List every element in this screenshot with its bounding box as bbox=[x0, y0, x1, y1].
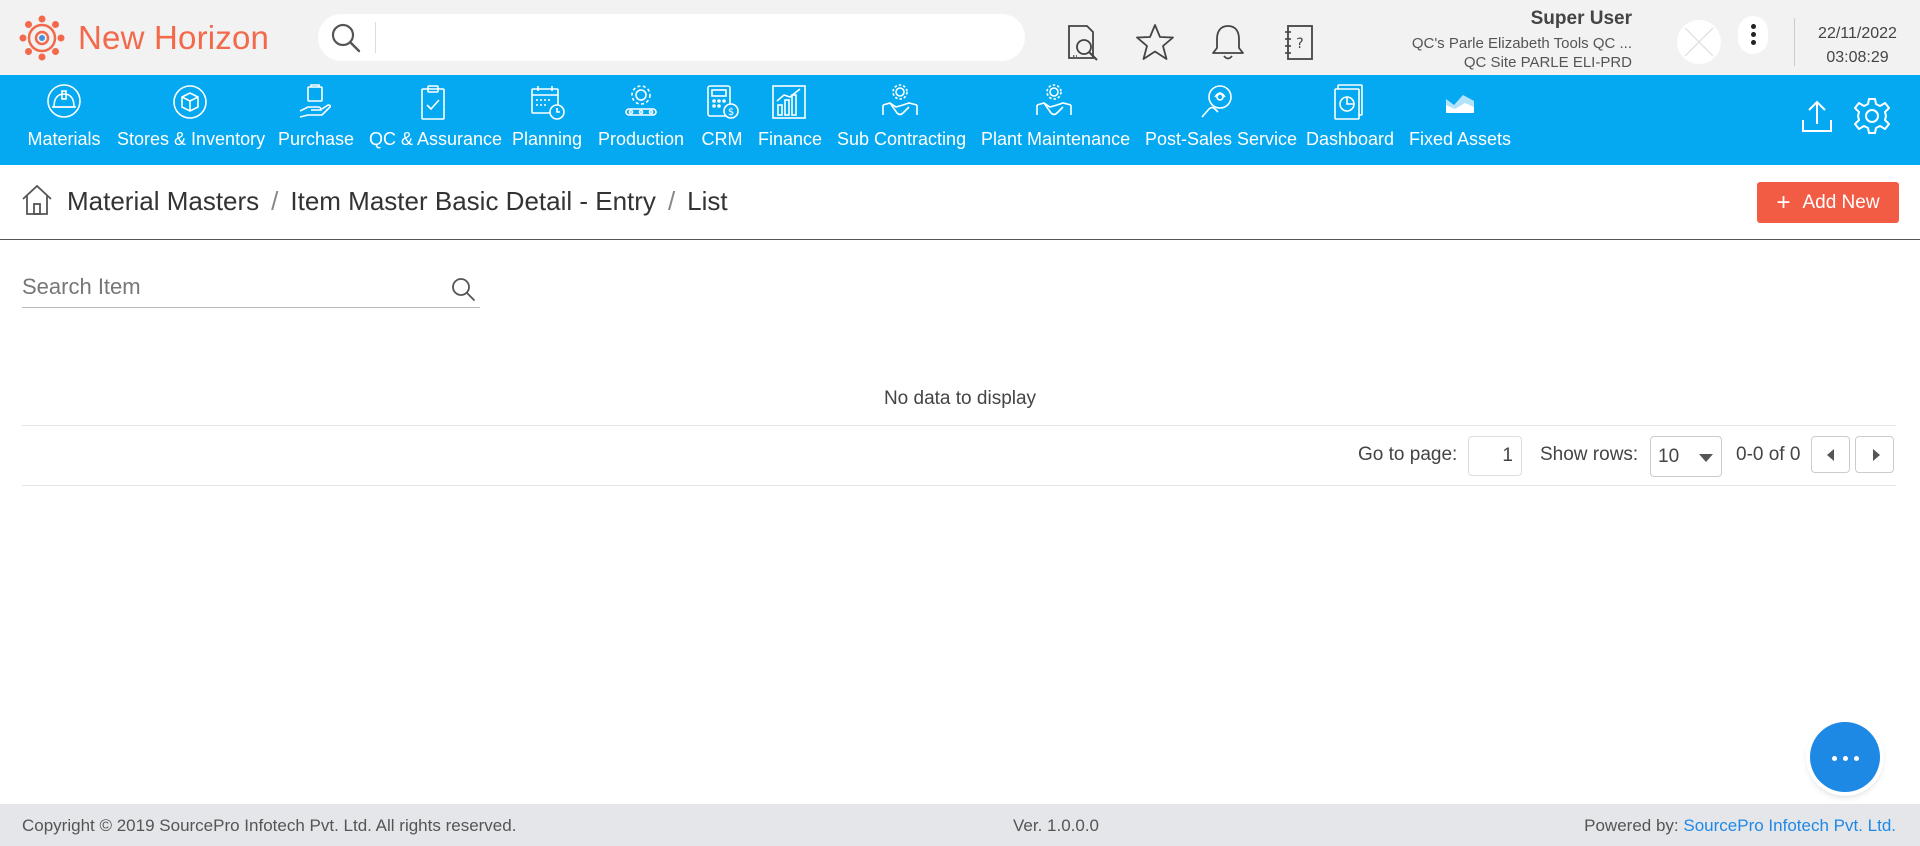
breadcrumb-bar: Material Masters / Item Master Basic Detai… bbox=[0, 165, 1920, 240]
area-chart-icon bbox=[1446, 95, 1474, 113]
document-pie-icon bbox=[1334, 84, 1363, 120]
nav-item-fixed-assets[interactable]: Fixed Assets bbox=[1409, 83, 1511, 157]
rows-per-page-select[interactable]: 10 bbox=[1650, 436, 1722, 477]
avatar[interactable] bbox=[1677, 20, 1721, 64]
chevron-right-icon bbox=[1873, 449, 1880, 461]
help-book-icon[interactable]: ? bbox=[1280, 22, 1320, 62]
nav-item-planning[interactable]: Planning bbox=[512, 83, 582, 157]
current-date: 22/11/2022 bbox=[1818, 25, 1897, 42]
search-item-field bbox=[22, 268, 480, 308]
app-name: New Horizon bbox=[78, 19, 270, 56]
calculator-dollar-icon: $ bbox=[707, 85, 739, 119]
date-time: 22/11/2022 03:08:29 bbox=[1795, 22, 1920, 70]
breadcrumb-separator: / bbox=[667, 186, 676, 216]
star-icon[interactable] bbox=[1135, 22, 1175, 62]
grid-divider bbox=[22, 485, 1896, 486]
pagination: Go to page: 1 Show rows: 10 0-0 of 0 bbox=[0, 435, 1896, 477]
chevron-down-icon bbox=[1699, 454, 1713, 462]
gear-logo-icon bbox=[19, 15, 65, 61]
breadcrumb-separator: / bbox=[271, 186, 279, 216]
powered-by: Powered by: SourcePro Infotech Pvt. Ltd. bbox=[1584, 816, 1896, 836]
hand-bag-icon bbox=[299, 84, 332, 118]
nav-item-finance[interactable]: Finance bbox=[758, 83, 822, 157]
goto-page-input[interactable]: 1 bbox=[1468, 436, 1522, 476]
nav-item-sub-contracting[interactable]: Sub Contracting bbox=[837, 83, 966, 157]
user-name: Super User bbox=[1530, 8, 1632, 29]
user-organization: QC's Parle Elizabeth Tools QC ... bbox=[1411, 35, 1632, 52]
breadcrumb-list: List bbox=[687, 186, 728, 216]
breadcrumb-item-master-entry[interactable]: Item Master Basic Detail - Entry bbox=[290, 186, 656, 216]
settings-icon[interactable] bbox=[1852, 96, 1892, 136]
avatar-placeholder-icon bbox=[1684, 27, 1714, 57]
current-time: 03:08:29 bbox=[1826, 49, 1889, 66]
powered-by-label: Powered by: bbox=[1584, 816, 1679, 835]
search-icon[interactable] bbox=[450, 276, 476, 302]
bar-chart-icon bbox=[772, 85, 806, 119]
user-info[interactable]: Super User QC's Parle Elizabeth Tools QC… bbox=[1412, 8, 1632, 71]
nav-item-stores-inventory[interactable]: Stores & Inventory bbox=[117, 83, 265, 157]
helmet-icon bbox=[47, 84, 81, 118]
nav-item-crm[interactable]: $ CRM bbox=[701, 83, 743, 157]
version-text: Ver. 1.0.0.0 bbox=[1013, 816, 1100, 835]
handshake-gear-icon bbox=[882, 84, 918, 116]
footer: Copyright © 2019 SourcePro Infotech Pvt.… bbox=[0, 804, 1920, 846]
breadcrumb-material-masters[interactable]: Material Masters bbox=[67, 186, 259, 216]
nav-item-purchase[interactable]: Purchase bbox=[278, 83, 354, 157]
nav-item-dashboard[interactable]: Dashboard bbox=[1306, 83, 1394, 157]
breadcrumb: Material Masters / Item Master Basic Detai… bbox=[67, 186, 728, 217]
app-logo[interactable]: New Horizon bbox=[18, 14, 269, 62]
search-divider bbox=[375, 22, 376, 53]
svg-text:?: ? bbox=[1296, 36, 1303, 52]
grid-divider bbox=[22, 425, 1896, 426]
goto-page-label: Go to page: bbox=[1358, 444, 1458, 465]
nav-item-qc-assurance[interactable]: QC & Assurance bbox=[369, 83, 502, 157]
add-new-button[interactable]: + Add New bbox=[1757, 182, 1899, 223]
search-icon[interactable] bbox=[330, 22, 362, 54]
upload-icon[interactable] bbox=[1797, 96, 1837, 136]
box-cycle-icon bbox=[172, 85, 207, 119]
svg-text:$: $ bbox=[728, 107, 734, 118]
next-page-button[interactable] bbox=[1855, 436, 1894, 473]
page-range: 0-0 of 0 bbox=[1736, 444, 1801, 465]
nav-item-materials[interactable]: Materials bbox=[26, 83, 102, 157]
clipboard-check-icon bbox=[421, 85, 445, 120]
show-rows-label: Show rows: bbox=[1540, 444, 1639, 465]
chat-bubble-icon[interactable] bbox=[1810, 722, 1880, 792]
plus-icon: + bbox=[1776, 188, 1791, 216]
copyright-text: Copyright © 2019 SourcePro Infotech Pvt.… bbox=[22, 816, 517, 835]
global-search bbox=[318, 14, 1025, 61]
empty-grid-message: No data to display bbox=[883, 388, 1037, 409]
bell-icon[interactable] bbox=[1208, 22, 1248, 62]
rows-per-page-value: 10 bbox=[1658, 446, 1680, 467]
calendar-clock-icon bbox=[531, 86, 565, 120]
powered-by-link[interactable]: SourcePro Infotech Pvt. Ltd. bbox=[1683, 816, 1896, 835]
add-new-label: Add New bbox=[1802, 191, 1880, 213]
more-options-icon[interactable] bbox=[1738, 16, 1768, 54]
home-icon[interactable] bbox=[20, 183, 54, 217]
gear-conveyor-icon bbox=[625, 85, 657, 116]
top-bar: New Horizon ? Super User QC's Parle Eliz… bbox=[0, 0, 1920, 75]
nav-item-post-sales-service[interactable]: Post-Sales Service bbox=[1145, 83, 1297, 157]
nav-item-plant-maintenance[interactable]: Plant Maintenance bbox=[981, 83, 1130, 157]
module-nav: Materials Stores & Inventory Purchase QC… bbox=[0, 75, 1920, 165]
support-hand-icon bbox=[1200, 85, 1232, 118]
global-search-input[interactable] bbox=[384, 20, 1004, 54]
handshake-gear-icon bbox=[1035, 84, 1072, 116]
document-search-icon[interactable] bbox=[1063, 22, 1103, 62]
nav-item-production[interactable]: Production bbox=[598, 83, 684, 157]
prev-page-button[interactable] bbox=[1811, 436, 1850, 473]
chevron-left-icon bbox=[1827, 449, 1834, 461]
search-item-input[interactable] bbox=[22, 268, 442, 306]
user-site: QC Site PARLE ELI-PRD bbox=[1463, 54, 1632, 71]
